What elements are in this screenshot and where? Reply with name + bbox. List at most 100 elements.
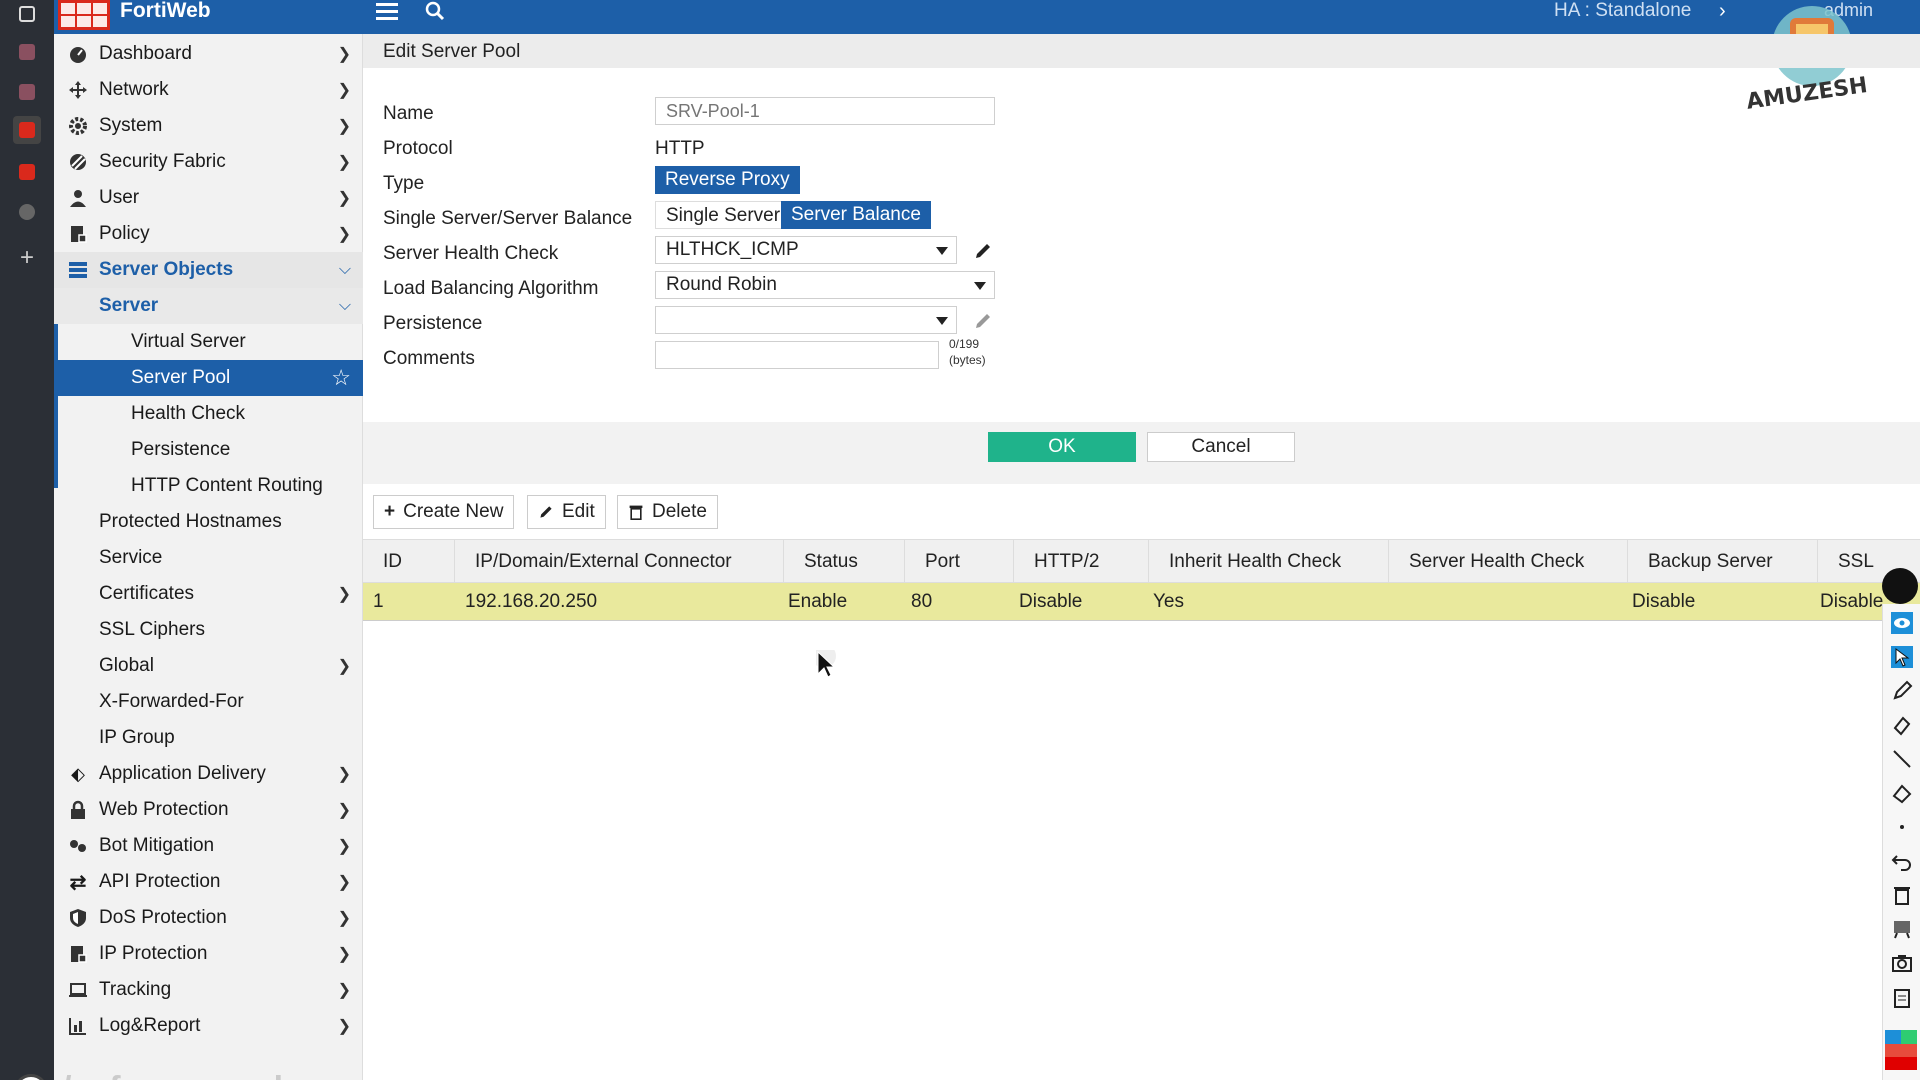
chevron-right-icon: ❯	[337, 46, 351, 63]
server-balance-button[interactable]: Server Balance	[781, 201, 931, 229]
column-id[interactable]: ID	[363, 540, 455, 584]
chevron-right-icon: ❯	[337, 874, 351, 891]
sidebar-item-persistence[interactable]: Persistence	[54, 432, 363, 468]
sidebar-item-user[interactable]: User ❯	[54, 180, 363, 216]
sidebar-item-certificates[interactable]: Certificates ❯	[54, 576, 363, 612]
cell-ip: 192.168.20.250	[465, 591, 598, 612]
chevron-right-icon: ❯	[337, 82, 351, 99]
server-objects-icon	[68, 260, 88, 280]
sidebar-item-system[interactable]: System ❯	[54, 108, 363, 144]
sidebar-item-ip-group[interactable]: IP Group	[54, 720, 363, 756]
color-palette-icon[interactable]	[1885, 1030, 1917, 1070]
sidebar-item-service[interactable]: Service	[54, 540, 363, 576]
sidebar-item-api-protection[interactable]: ⇄ API Protection ❯	[54, 864, 363, 900]
protocol-label: Protocol	[383, 138, 453, 159]
window-icon[interactable]	[13, 0, 41, 28]
edit-button[interactable]: Edit	[527, 495, 606, 529]
sidebar-item-server-objects[interactable]: Server Objects ⌵	[54, 252, 363, 288]
column-backup-server[interactable]: Backup Server	[1628, 540, 1818, 584]
sidebar-item-x-forwarded-for[interactable]: X-Forwarded-For	[54, 684, 363, 720]
health-check-select[interactable]: HLTHCK_ICMP	[655, 236, 957, 264]
pin-icon[interactable]	[1882, 568, 1918, 604]
sidebar-item-web-protection[interactable]: Web Protection ❯	[54, 792, 363, 828]
ip-protection-icon	[68, 944, 88, 964]
highlighter-icon[interactable]	[1891, 714, 1913, 736]
chevron-right-icon: ❯	[337, 586, 351, 603]
delete-label: Delete	[652, 501, 707, 522]
name-row: Name	[383, 96, 1583, 130]
sidebar-item-virtual-server[interactable]: Virtual Server	[54, 324, 363, 360]
comments-textarea[interactable]	[655, 341, 939, 369]
sidebar-item-log-report[interactable]: Log&Report ❯	[54, 1008, 363, 1044]
sidebar-item-network[interactable]: Network ❯	[54, 72, 363, 108]
search-icon[interactable]	[424, 0, 446, 22]
rail-fortiweb-icon[interactable]	[13, 116, 41, 144]
chevron-down-icon: ⌵	[338, 261, 351, 278]
column-ip[interactable]: IP/Domain/External Connector	[455, 540, 784, 584]
sidebar-item-server-pool[interactable]: Server Pool ☆	[54, 360, 363, 396]
dot-icon[interactable]	[1891, 816, 1913, 838]
reverse-proxy-button[interactable]: Reverse Proxy	[655, 166, 800, 194]
pen-icon[interactable]	[1891, 680, 1913, 702]
health-check-value: HLTHCK_ICMP	[666, 239, 799, 260]
rail-app-2-icon[interactable]	[13, 78, 41, 106]
sidebar-item-health-check[interactable]: Health Check	[54, 396, 363, 432]
protocol-row: Protocol HTTP	[383, 131, 1583, 165]
balance-label: Single Server/Server Balance	[383, 208, 633, 229]
eraser-icon[interactable]	[1891, 782, 1913, 804]
column-status[interactable]: Status	[784, 540, 905, 584]
board-icon[interactable]	[1891, 918, 1913, 940]
rail-app-1-icon[interactable]	[13, 38, 41, 66]
trash-icon[interactable]	[1891, 884, 1913, 906]
rail-app-3-icon[interactable]	[13, 158, 41, 186]
star-icon[interactable]: ☆	[331, 365, 351, 391]
chevron-right-icon: ❯	[337, 946, 351, 963]
sidebar-item-protected-hostnames[interactable]: Protected Hostnames	[54, 504, 363, 540]
chevron-right-icon: ❯	[337, 190, 351, 207]
pencil-icon[interactable]	[973, 241, 993, 261]
sidebar-item-http-content-routing[interactable]: HTTP Content Routing	[54, 468, 363, 504]
column-server-health-check[interactable]: Server Health Check	[1389, 540, 1628, 584]
rail-app-4-icon[interactable]	[13, 198, 41, 226]
add-icon[interactable]: +	[13, 244, 41, 272]
sidebar-item-dos-protection[interactable]: DoS Protection ❯	[54, 900, 363, 936]
sidebar-item-policy[interactable]: Policy ❯	[54, 216, 363, 252]
sidebar-item-security-fabric[interactable]: Security Fabric ❯	[54, 144, 363, 180]
cell-http2: Disable	[1019, 591, 1083, 612]
sidebar-item-tracking[interactable]: Tracking ❯	[54, 972, 363, 1008]
footer-watermark: /cafe.amuzesh	[62, 1070, 294, 1080]
sidebar-item-server[interactable]: Server ⌵	[54, 288, 363, 324]
sidebar-item-bot-mitigation[interactable]: Bot Mitigation ❯	[54, 828, 363, 864]
user-icon	[68, 188, 88, 208]
sidebar-item-global[interactable]: Global ❯	[54, 648, 363, 684]
sidebar-item-application-delivery[interactable]: ⬖ Application Delivery ❯	[54, 756, 363, 792]
pointer-icon[interactable]	[1891, 646, 1913, 668]
column-http2[interactable]: HTTP/2	[1014, 540, 1149, 584]
cell-ssl: Disable	[1820, 591, 1884, 612]
clipboard-icon[interactable]	[1891, 986, 1913, 1008]
column-inherit-health-check[interactable]: Inherit Health Check	[1149, 540, 1389, 584]
sidebar-item-ssl-ciphers[interactable]: SSL Ciphers	[54, 612, 363, 648]
cancel-button[interactable]: Cancel	[1147, 432, 1295, 462]
chevron-right-icon: ❯	[337, 658, 351, 675]
chevron-right-icon: ❯	[337, 226, 351, 243]
health-check-row: Server Health Check HLTHCK_ICMP	[383, 236, 1583, 270]
sidebar-item-ip-protection[interactable]: IP Protection ❯	[54, 936, 363, 972]
line-icon[interactable]	[1891, 748, 1913, 770]
column-port[interactable]: Port	[905, 540, 1014, 584]
table-row[interactable]: 1 192.168.20.250 Enable 80 Disable Yes D…	[363, 583, 1920, 621]
hamburger-menu-icon[interactable]	[376, 3, 398, 21]
undo-icon[interactable]	[1891, 850, 1913, 872]
name-input[interactable]	[655, 97, 995, 125]
single-server-button[interactable]: Single Server	[655, 201, 792, 229]
chevron-right-icon[interactable]: ›	[1719, 0, 1726, 22]
camera-icon[interactable]	[1891, 952, 1913, 974]
sidebar-item-dashboard[interactable]: Dashboard ❯	[54, 36, 363, 72]
algo-select[interactable]: Round Robin	[655, 271, 995, 299]
cell-backup-server: Disable	[1632, 591, 1696, 612]
eye-icon[interactable]	[1891, 612, 1913, 634]
persistence-select[interactable]	[655, 306, 957, 334]
ok-button[interactable]: OK	[988, 432, 1136, 462]
create-new-button[interactable]: + Create New	[373, 495, 515, 529]
delete-button[interactable]: Delete	[617, 495, 718, 529]
